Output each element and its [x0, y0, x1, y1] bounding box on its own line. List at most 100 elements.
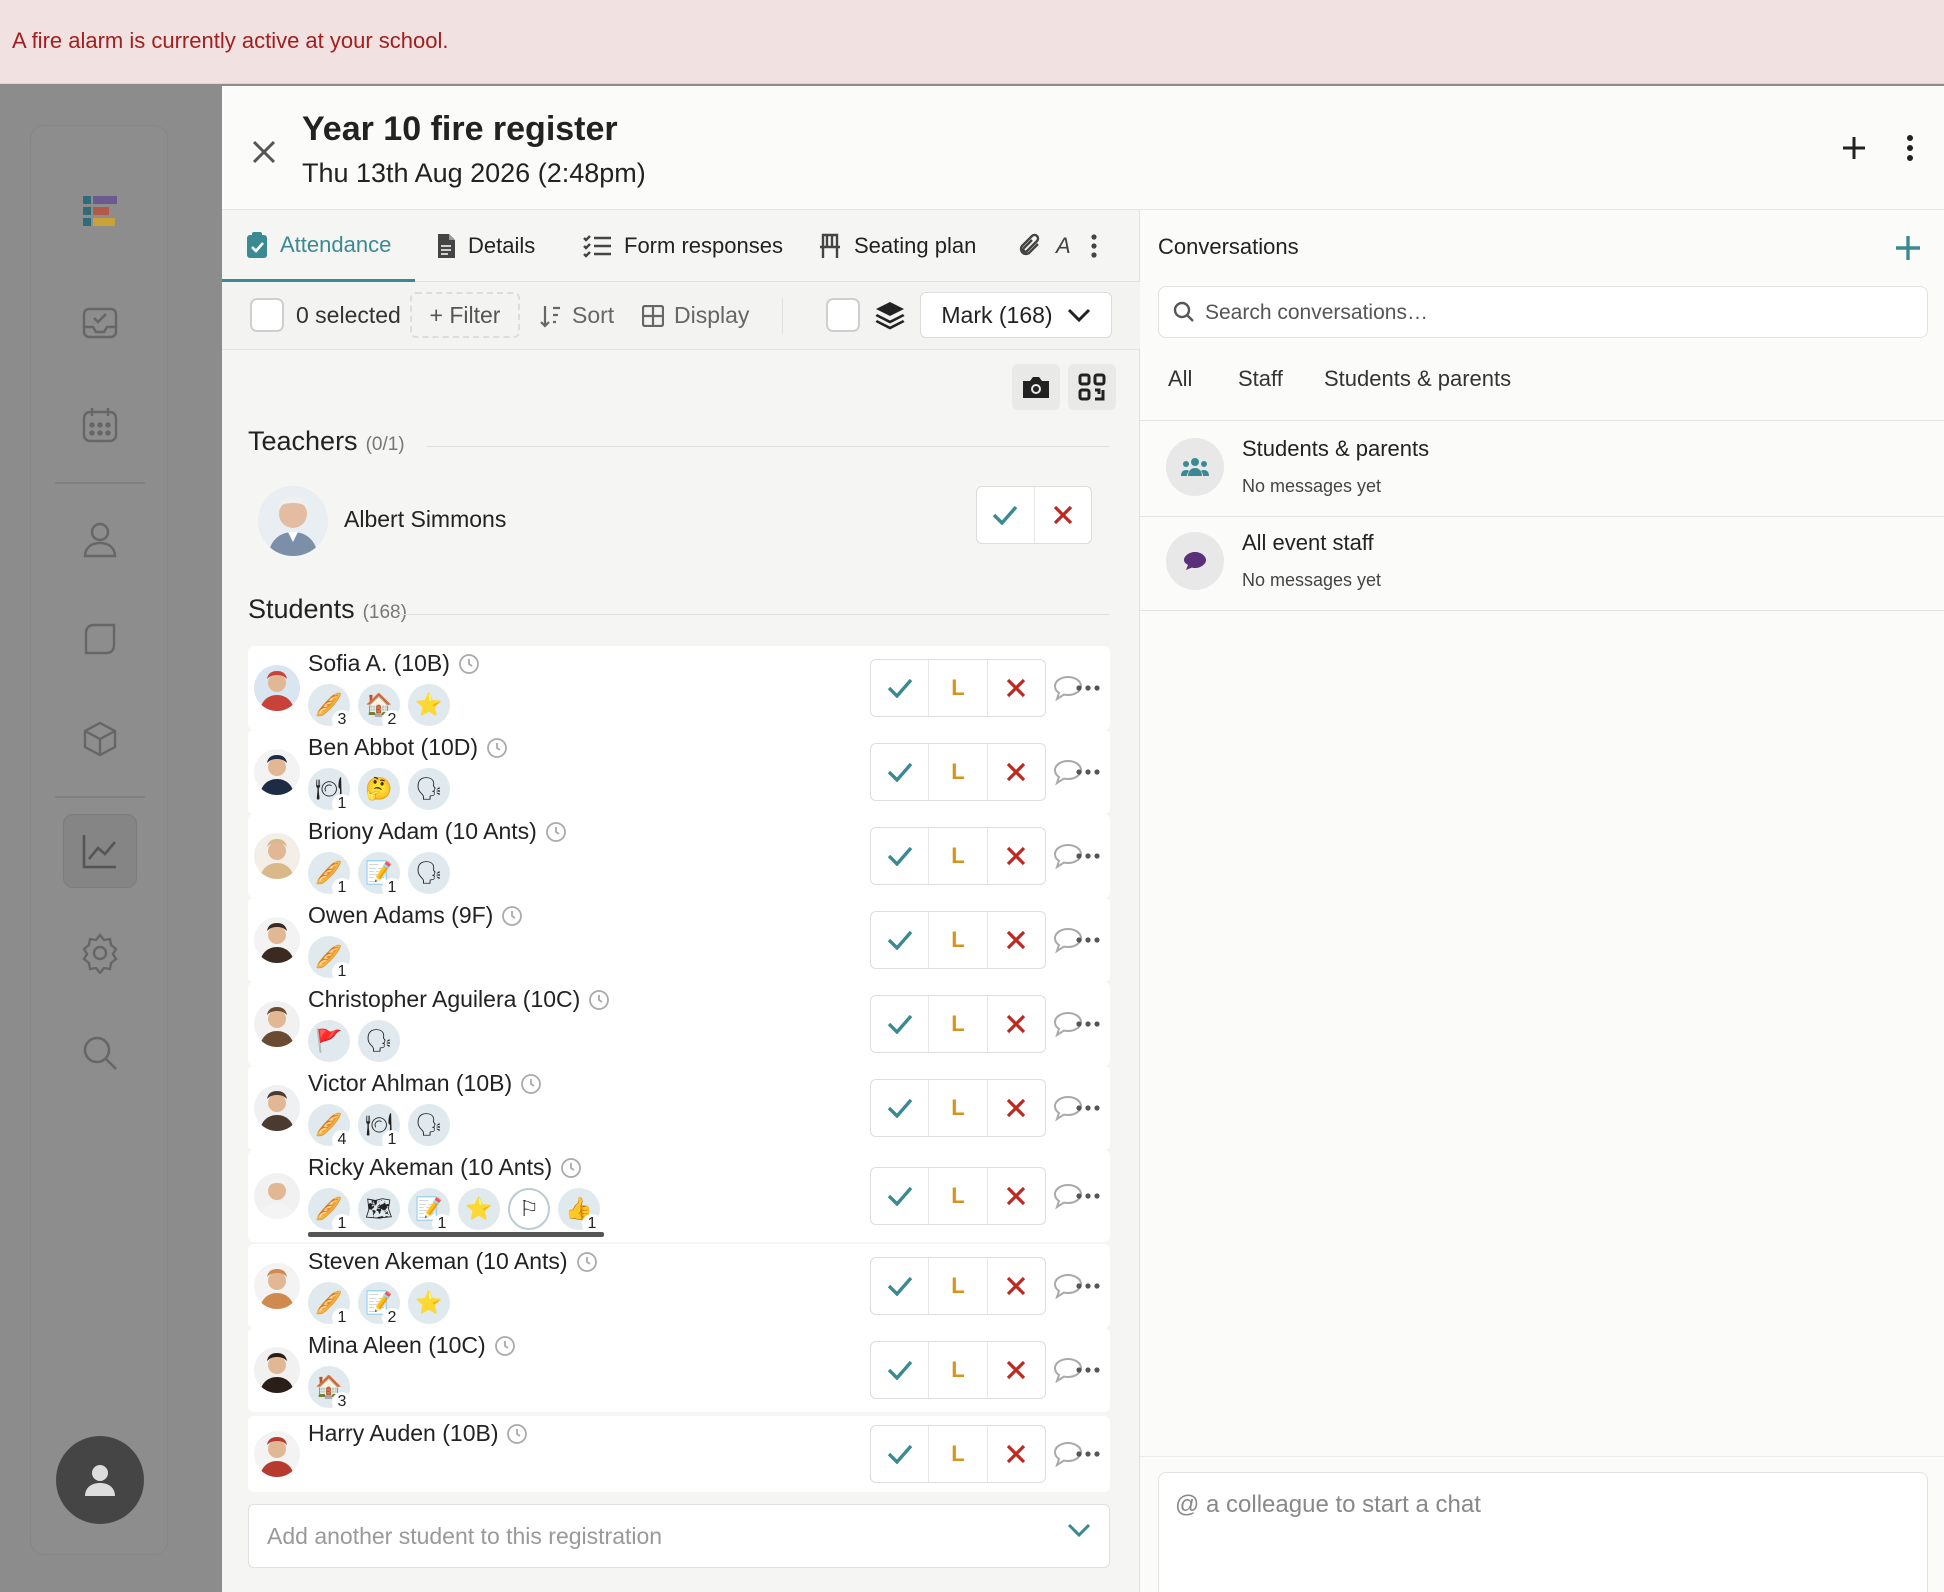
- mark-late-button[interactable]: L: [928, 1258, 986, 1314]
- search-icon[interactable]: [63, 1016, 137, 1090]
- more-options-icon[interactable]: [1068, 836, 1108, 876]
- mark-present-button[interactable]: [977, 487, 1034, 543]
- achievement-badge-icon[interactable]: 🏠 3: [308, 1366, 352, 1412]
- sort-button[interactable]: Sort: [540, 302, 614, 329]
- achievement-badge-icon[interactable]: 🗣: [408, 1104, 450, 1146]
- mark-absent-button[interactable]: [986, 660, 1045, 716]
- more-options-icon[interactable]: [1890, 126, 1930, 170]
- achievement-badge-icon[interactable]: 📝 1: [358, 852, 402, 898]
- mark-present-button[interactable]: [871, 1080, 928, 1136]
- mark-late-button[interactable]: L: [928, 1080, 986, 1136]
- history-clock-icon[interactable]: [494, 1335, 516, 1357]
- inbox-icon[interactable]: [63, 286, 137, 360]
- history-clock-icon[interactable]: [506, 1423, 528, 1445]
- history-clock-icon[interactable]: [458, 653, 480, 675]
- add-student-dropdown[interactable]: Add another student to this registration: [248, 1504, 1110, 1568]
- achievement-badge-icon[interactable]: ⭐: [408, 684, 450, 726]
- mark-absent-button[interactable]: [986, 1342, 1045, 1398]
- achievement-badge-icon[interactable]: 🤔: [358, 768, 400, 810]
- mark-present-button[interactable]: [871, 1168, 928, 1224]
- history-clock-icon[interactable]: [501, 905, 523, 927]
- conversation-item[interactable]: Students & parents No messages yet: [1140, 422, 1944, 516]
- select-all-checkbox[interactable]: [250, 298, 284, 332]
- layers-button[interactable]: [842, 292, 906, 338]
- cube-icon[interactable]: [63, 702, 137, 776]
- tab-form-responses[interactable]: Form responses: [582, 210, 783, 282]
- mark-late-button[interactable]: L: [928, 660, 986, 716]
- mark-present-button[interactable]: [871, 912, 928, 968]
- mark-present-button[interactable]: [871, 828, 928, 884]
- mark-present-button[interactable]: [871, 1258, 928, 1314]
- conversations-tab-all[interactable]: All: [1168, 366, 1192, 392]
- achievement-badge-icon[interactable]: 📝 1: [408, 1188, 452, 1234]
- tab-attendance[interactable]: Attendance: [222, 210, 416, 282]
- achievement-badge-icon[interactable]: ⭐: [458, 1188, 500, 1230]
- more-options-icon[interactable]: [1068, 1266, 1108, 1306]
- mark-absent-button[interactable]: [986, 1426, 1045, 1482]
- history-clock-icon[interactable]: [545, 821, 567, 843]
- mark-late-button[interactable]: L: [928, 1168, 986, 1224]
- conversations-tab-staff[interactable]: Staff: [1238, 366, 1283, 392]
- mark-dropdown[interactable]: Mark (168): [920, 292, 1112, 338]
- mark-late-button[interactable]: L: [928, 828, 986, 884]
- history-clock-icon[interactable]: [520, 1073, 542, 1095]
- history-clock-icon[interactable]: [576, 1251, 598, 1273]
- achievement-badge-icon[interactable]: 🗣: [408, 852, 450, 894]
- note-icon[interactable]: [63, 602, 137, 676]
- more-options-icon[interactable]: [1068, 1434, 1108, 1474]
- achievement-badge-icon[interactable]: 🗺: [358, 1188, 400, 1230]
- achievement-badge-icon[interactable]: 🥖 4: [308, 1104, 352, 1150]
- qr-code-button[interactable]: [1068, 364, 1116, 410]
- mark-present-button[interactable]: [871, 660, 928, 716]
- user-avatar-button[interactable]: [56, 1436, 144, 1524]
- mark-late-button[interactable]: L: [928, 1342, 986, 1398]
- history-clock-icon[interactable]: [486, 737, 508, 759]
- tab-attachments[interactable]: A: [1018, 210, 1071, 282]
- more-options-icon[interactable]: [1068, 920, 1108, 960]
- search-conversations-input[interactable]: [1205, 297, 1905, 329]
- logo-icon[interactable]: [63, 174, 137, 248]
- more-options-icon[interactable]: [1068, 1350, 1108, 1390]
- new-conversation-button[interactable]: [1888, 228, 1928, 268]
- more-options-icon[interactable]: [1068, 1176, 1108, 1216]
- tab-seating-plan[interactable]: Seating plan: [818, 210, 976, 282]
- person-icon[interactable]: [63, 502, 137, 576]
- close-button[interactable]: [244, 132, 284, 172]
- mark-late-button[interactable]: L: [928, 912, 986, 968]
- mark-present-button[interactable]: [871, 1342, 928, 1398]
- achievement-badge-icon[interactable]: 👍 1: [558, 1188, 602, 1234]
- conversation-item[interactable]: All event staff No messages yet: [1140, 516, 1944, 610]
- mark-present-button[interactable]: [871, 744, 928, 800]
- mark-present-button[interactable]: [871, 1426, 928, 1482]
- mark-absent-button[interactable]: [1033, 487, 1092, 543]
- analytics-icon[interactable]: [63, 814, 137, 888]
- achievement-badge-icon[interactable]: 🗣: [358, 1020, 400, 1062]
- mark-absent-button[interactable]: [986, 1258, 1045, 1314]
- achievement-badge-icon[interactable]: 🥖 1: [308, 852, 352, 898]
- tabs-more-icon[interactable]: [1084, 228, 1104, 264]
- mark-absent-button[interactable]: [986, 1080, 1045, 1136]
- achievement-badge-icon[interactable]: 🥖 3: [308, 684, 352, 730]
- mark-absent-button[interactable]: [986, 912, 1045, 968]
- mark-late-button[interactable]: L: [928, 996, 986, 1052]
- mark-absent-button[interactable]: [986, 1168, 1045, 1224]
- more-options-icon[interactable]: [1068, 1004, 1108, 1044]
- achievement-badge-icon[interactable]: 🥖 1: [308, 936, 352, 982]
- mark-late-button[interactable]: L: [928, 1426, 986, 1482]
- more-options-icon[interactable]: [1068, 1088, 1108, 1128]
- conversations-tab-students-parents[interactable]: Students & parents: [1324, 366, 1511, 392]
- achievement-badge-icon[interactable]: ⚐: [508, 1188, 550, 1230]
- achievement-badge-icon[interactable]: 🏠 2: [358, 684, 402, 730]
- settings-gear-icon[interactable]: [63, 916, 137, 990]
- mark-absent-button[interactable]: [986, 828, 1045, 884]
- achievement-badge-icon[interactable]: 🥖 1: [308, 1282, 352, 1328]
- camera-button[interactable]: [1012, 364, 1060, 410]
- achievement-badge-icon[interactable]: 🗣: [408, 768, 450, 810]
- mark-present-button[interactable]: [871, 996, 928, 1052]
- mark-absent-button[interactable]: [986, 996, 1045, 1052]
- history-clock-icon[interactable]: [560, 1157, 582, 1179]
- mark-absent-button[interactable]: [986, 744, 1045, 800]
- achievement-badge-icon[interactable]: 🍽 1: [358, 1104, 402, 1150]
- achievement-badge-icon[interactable]: 🚩: [308, 1020, 350, 1062]
- achievement-badge-icon[interactable]: ⭐: [408, 1282, 450, 1324]
